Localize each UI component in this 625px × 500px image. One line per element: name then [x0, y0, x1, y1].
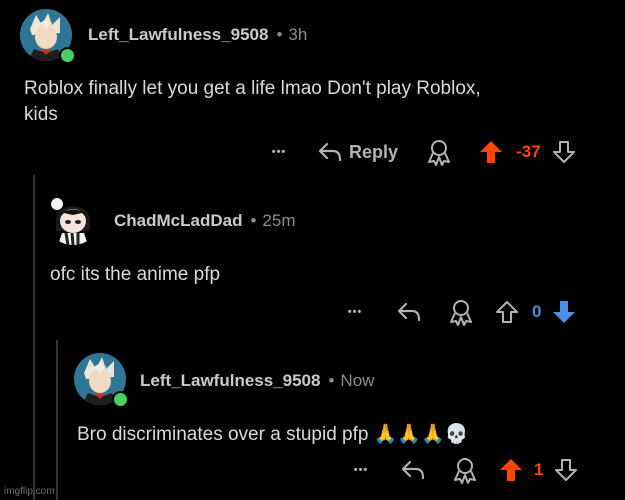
comment-1: Left_Lawfulness_9508 • 3h Roblox finally…	[0, 0, 625, 175]
reply-button[interactable]	[400, 459, 426, 481]
upvote-icon	[494, 299, 520, 325]
meta-separator: •	[250, 211, 257, 230]
more-options-button[interactable]: •••	[342, 306, 368, 318]
comment-body-line: Roblox finally let you get a life lmao D…	[24, 78, 481, 99]
downvote-button[interactable]	[551, 299, 577, 325]
award-button[interactable]	[450, 456, 480, 484]
more-options-button[interactable]: •••	[266, 146, 292, 158]
comment-actions: ••• 1	[348, 455, 579, 485]
comment-meta: Left_Lawfulness_9508 • Now	[140, 371, 374, 391]
award-icon	[450, 456, 480, 484]
reply-icon	[400, 459, 426, 481]
comment-body: Bro discriminates over a stupid pfp 🙏🙏🙏💀	[77, 422, 468, 448]
reply-button[interactable]	[396, 301, 422, 323]
comment-body: Roblox finally let you get a life lmao D…	[24, 76, 481, 128]
comment-body-line: Bro discriminates over a stupid pfp 🙏🙏🙏💀	[77, 424, 469, 445]
watermark: imgflip.com	[4, 486, 55, 497]
award-button[interactable]	[424, 138, 454, 166]
reply-label: Reply	[349, 141, 399, 162]
comment-meta: Left_Lawfulness_9508 • 3h	[88, 25, 307, 45]
comment-body-line: ofc its the anime pfp	[50, 264, 221, 285]
username[interactable]: Left_Lawfulness_9508	[88, 25, 268, 45]
comment-body: ofc its the anime pfp	[50, 262, 220, 288]
award-button[interactable]	[446, 298, 476, 326]
meta-separator: •	[276, 25, 283, 44]
timestamp: 3h	[288, 25, 308, 44]
vote-score: 0	[532, 302, 542, 321]
comment-meta: ChadMcLadDad • 25m	[114, 211, 296, 231]
downvote-button[interactable]	[553, 457, 579, 483]
upvote-button[interactable]	[478, 139, 504, 165]
username[interactable]: Left_Lawfulness_9508	[140, 371, 320, 391]
downvote-icon	[553, 457, 579, 483]
avatar-image	[51, 198, 90, 245]
comment-2: ChadMcLadDad • 25m ofc its the anime pfp…	[0, 175, 625, 340]
timestamp: Now	[340, 371, 375, 390]
username[interactable]: ChadMcLadDad	[114, 211, 242, 231]
reply-button[interactable]: Reply	[317, 141, 398, 163]
reply-icon	[317, 141, 343, 163]
comment-body-line: kids	[24, 104, 58, 125]
comment-actions: ••• Reply -37	[266, 137, 577, 167]
vote-score: 1	[534, 460, 544, 479]
comment-actions: ••• 0	[342, 297, 577, 327]
reply-icon	[396, 301, 422, 323]
award-icon	[424, 138, 454, 166]
upvote-button[interactable]	[498, 457, 524, 483]
upvote-button[interactable]	[494, 299, 520, 325]
vote-score: -37	[516, 142, 541, 161]
downvote-button[interactable]	[551, 139, 577, 165]
downvote-icon	[551, 139, 577, 165]
online-status-dot	[112, 391, 129, 408]
meta-separator: •	[328, 371, 335, 390]
upvote-icon	[498, 457, 524, 483]
more-options-button[interactable]: •••	[348, 464, 374, 476]
downvote-icon	[551, 299, 577, 325]
upvote-icon	[478, 139, 504, 165]
award-icon	[446, 298, 476, 326]
online-status-dot	[59, 47, 76, 64]
comment-3: Left_Lawfulness_9508 • Now Bro discrimin…	[0, 340, 625, 500]
timestamp: 25m	[262, 211, 296, 230]
avatar[interactable]	[46, 191, 100, 245]
